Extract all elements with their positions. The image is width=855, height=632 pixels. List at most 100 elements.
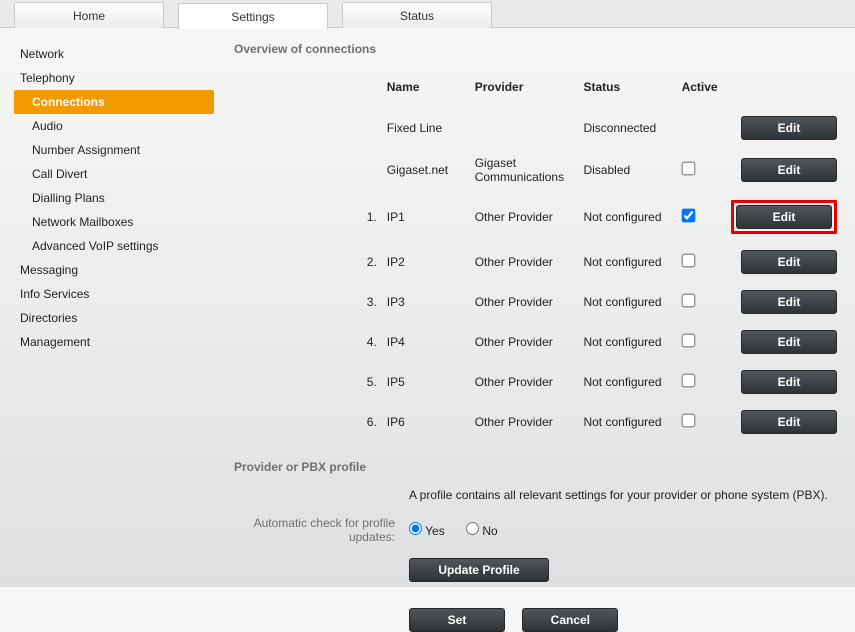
cell-active [678,108,727,148]
tab-status[interactable]: Status [342,2,492,28]
radio-no-wrap[interactable]: No [466,524,498,538]
th-name: Name [383,74,471,108]
row-number [361,108,383,148]
auto-check-label: Automatic check for profile updates: [234,516,409,544]
cell-name: Gigaset.net [383,148,471,192]
sidebar-item-telephony[interactable]: Telephony [14,66,214,90]
cell-active [678,282,727,322]
sidebar-item-advanced-voip[interactable]: Advanced VoIP settings [14,234,214,258]
sidebar-item-call-divert[interactable]: Call Divert [14,162,214,186]
cell-provider: Other Provider [471,192,580,242]
cell-active [678,322,727,362]
table-row: 3.IP3Other ProviderNot configured Edit [234,282,841,322]
sidebar-item-dialling-plans[interactable]: Dialling Plans [14,186,214,210]
th-status: Status [579,74,677,108]
cell-provider [471,108,580,148]
sidebar-item-directories[interactable]: Directories [14,306,214,330]
cell-edit: Edit [727,282,841,322]
sidebar-item-connections[interactable]: Connections [14,90,214,114]
cell-name: IP3 [383,282,471,322]
edit-button[interactable]: Edit [741,250,837,274]
row-number: 3. [361,282,383,322]
tab-home[interactable]: Home [14,2,164,28]
row-number: 5. [361,362,383,402]
row-number: 2. [361,242,383,282]
sidebar: Network Telephony Connections Audio Numb… [14,42,214,632]
th-active: Active [678,74,727,108]
sidebar-item-network-mailboxes[interactable]: Network Mailboxes [14,210,214,234]
edit-button[interactable]: Edit [741,158,837,182]
active-checkbox[interactable] [681,209,695,223]
sidebar-item-management[interactable]: Management [14,330,214,354]
row-number: 1. [361,192,383,242]
active-checkbox[interactable] [681,162,695,176]
sidebar-item-info-services[interactable]: Info Services [14,282,214,306]
cell-name: Fixed Line [383,108,471,148]
active-checkbox[interactable] [681,374,695,388]
tab-settings[interactable]: Settings [178,3,328,29]
cell-active [678,148,727,192]
cell-name: IP1 [383,192,471,242]
set-button[interactable]: Set [409,608,505,632]
table-row: 4.IP4Other ProviderNot configured Edit [234,322,841,362]
cell-edit: Edit [727,402,841,442]
cell-status: Disconnected [579,108,677,148]
radio-no[interactable] [466,522,479,535]
cell-active [678,362,727,402]
profile-title: Provider or PBX profile [234,460,841,474]
table-row: 2.IP2Other ProviderNot configured Edit [234,242,841,282]
cell-name: IP6 [383,402,471,442]
cell-provider: Other Provider [471,322,580,362]
active-checkbox[interactable] [681,294,695,308]
edit-button[interactable]: Edit [736,205,832,229]
cell-provider: Other Provider [471,282,580,322]
cell-status: Not configured [579,402,677,442]
table-row: 1.IP1Other ProviderNot configured Edit [234,192,841,242]
radio-yes[interactable] [409,522,422,535]
radio-no-label: No [482,524,497,538]
cell-status: Not configured [579,242,677,282]
cell-status: Disabled [579,148,677,192]
cell-name: IP2 [383,242,471,282]
update-profile-button[interactable]: Update Profile [409,558,549,582]
table-row: 6.IP6Other ProviderNot configured Edit [234,402,841,442]
cell-active [678,402,727,442]
sidebar-item-messaging[interactable]: Messaging [14,258,214,282]
cell-edit: Edit [727,322,841,362]
sidebar-item-number-assignment[interactable]: Number Assignment [14,138,214,162]
edit-button[interactable]: Edit [741,330,837,354]
row-number: 6. [361,402,383,442]
radio-yes-label: Yes [425,524,445,538]
sidebar-item-network[interactable]: Network [14,42,214,66]
edit-button[interactable]: Edit [741,116,837,140]
cell-active [678,192,727,242]
cell-status: Not configured [579,282,677,322]
cell-status: Not configured [579,322,677,362]
row-number: 4. [361,322,383,362]
cell-edit: Edit [727,362,841,402]
row-number [361,148,383,192]
table-row: 5.IP5Other ProviderNot configuredEdit [234,362,841,402]
cell-provider: Other Provider [471,362,580,402]
cell-provider: Other Provider [471,402,580,442]
top-tabbar: Home Settings Status [0,0,855,28]
cell-provider: Other Provider [471,242,580,282]
edit-button[interactable]: Edit [741,370,837,394]
cell-name: IP5 [383,362,471,402]
cancel-button[interactable]: Cancel [522,608,618,632]
edit-button[interactable]: Edit [741,410,837,434]
active-checkbox[interactable] [681,414,695,428]
connections-table: Name Provider Status Active Fixed Line Di… [234,74,841,442]
th-provider: Provider [471,74,580,108]
radio-yes-wrap[interactable]: Yes [409,524,448,538]
cell-provider: Gigaset Communications [471,148,580,192]
cell-edit: Edit [727,242,841,282]
active-checkbox[interactable] [681,254,695,268]
cell-name: IP4 [383,322,471,362]
sidebar-item-audio[interactable]: Audio [14,114,214,138]
col-spacer [234,74,361,108]
edit-button[interactable]: Edit [741,290,837,314]
cell-status: Not configured [579,192,677,242]
active-checkbox[interactable] [681,334,695,348]
table-row: Fixed Line Disconnected Edit [234,108,841,148]
